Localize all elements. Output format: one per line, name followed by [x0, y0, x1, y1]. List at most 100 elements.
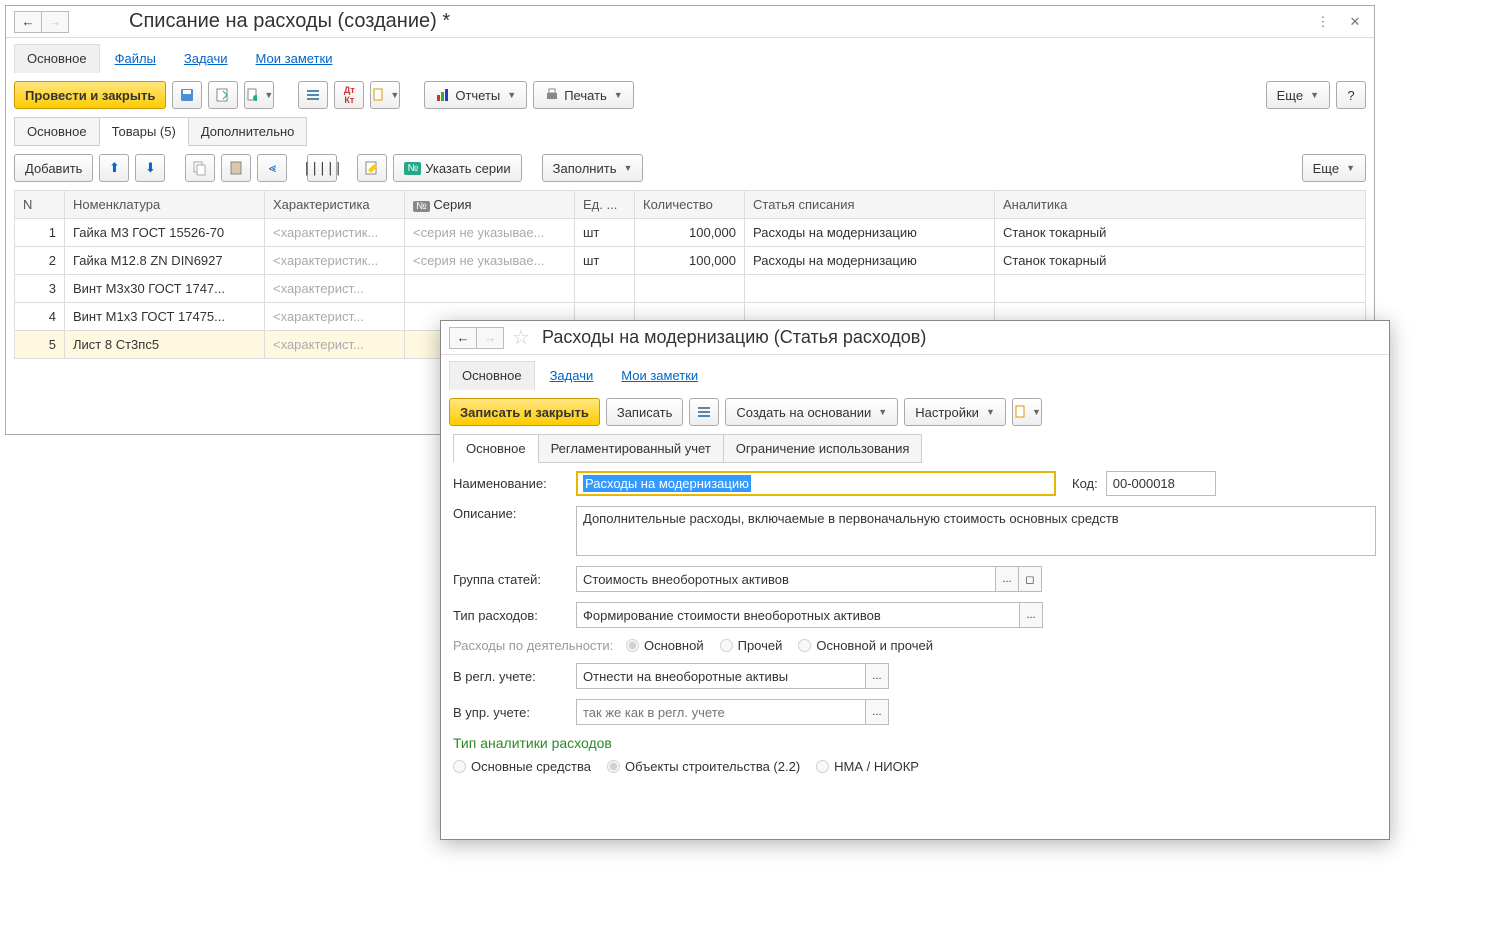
edit-icon — [364, 160, 380, 176]
add-button[interactable]: Добавить — [14, 154, 93, 182]
table-row[interactable]: 3Винт М3х30 ГОСТ 1747...<характерист... — [15, 275, 1366, 303]
save-button[interactable] — [172, 81, 202, 109]
tab-files[interactable]: Файлы — [102, 44, 169, 73]
more-button[interactable]: Еще▼ — [1266, 81, 1330, 109]
attach-button[interactable]: ▼ — [370, 81, 400, 109]
post-and-close-button[interactable]: Провести и закрыть — [14, 81, 166, 109]
modal-content-tabs: Основное Регламентированный учет Огранич… — [441, 434, 1389, 463]
list-button[interactable] — [298, 81, 328, 109]
settings-modal-button[interactable]: Настройки▼ — [904, 398, 1006, 426]
copy-button[interactable] — [185, 154, 215, 182]
tab-basic[interactable]: Основное — [14, 117, 100, 146]
desc-label: Описание: — [453, 506, 568, 521]
analytics-radio-group: Основные средства Объекты строительства … — [453, 759, 1377, 774]
col-unit[interactable]: Ед. ... — [575, 191, 635, 219]
name-input[interactable]: Расходы на модернизацию — [576, 471, 1056, 496]
forward-button[interactable]: → — [41, 11, 69, 33]
tab-notes[interactable]: Мои заметки — [243, 44, 346, 73]
reports-button[interactable]: Отчеты▼ — [424, 81, 527, 109]
help-button[interactable]: ? — [1336, 81, 1366, 109]
col-analytics[interactable]: Аналитика — [995, 191, 1366, 219]
fill-button[interactable]: Заполнить▼ — [542, 154, 644, 182]
favorite-star-icon[interactable]: ☆ — [512, 325, 530, 350]
save-and-close-button[interactable]: Записать и закрыть — [449, 398, 600, 426]
main-toolbar: Провести и закрыть ▼ ДтКт ▼ Отчеты▼ Печа… — [6, 73, 1374, 117]
table-row[interactable]: 1Гайка М3 ГОСТ 15526-70<характеристик...… — [15, 219, 1366, 247]
modal-title-bar: ← → ☆ Расходы на модернизацию (Статья ра… — [441, 321, 1389, 355]
list-icon — [696, 404, 712, 420]
col-nom[interactable]: Номенклатура — [65, 191, 265, 219]
col-n[interactable]: N — [15, 191, 65, 219]
modal-tab-main[interactable]: Основное — [449, 361, 535, 390]
window-title: Списание на расходы (создание) * — [129, 10, 1312, 33]
document-icon — [245, 87, 257, 103]
more-goods-button[interactable]: Еще▼ — [1302, 154, 1366, 182]
back-button[interactable]: ← — [14, 11, 42, 33]
mgmt-select-button[interactable]: ... — [865, 699, 889, 725]
modal-tab-notes[interactable]: Мои заметки — [608, 361, 711, 390]
attach-modal-button[interactable]: ▼ — [1012, 398, 1042, 426]
create-based-button[interactable]: ▼ — [244, 81, 274, 109]
activity-both[interactable]: Основной и прочей — [798, 638, 933, 653]
modal-ctab-limit[interactable]: Ограничение использования — [723, 434, 923, 463]
modal-ctab-regl[interactable]: Регламентированный учет — [538, 434, 724, 463]
analytics-header: Тип аналитики расходов — [453, 735, 1377, 751]
modal-title: Расходы на модернизацию (Статья расходов… — [542, 327, 1381, 348]
group-open-button[interactable]: ◻ — [1018, 566, 1042, 592]
share-button[interactable]: ⪡ — [257, 154, 287, 182]
regl-select-button[interactable]: ... — [865, 663, 889, 689]
name-label: Наименование: — [453, 476, 568, 491]
type-label: Тип расходов: — [453, 608, 568, 623]
dtdt-button[interactable]: ДтКт — [334, 81, 364, 109]
group-input[interactable] — [576, 566, 996, 592]
type-input[interactable] — [576, 602, 1020, 628]
analytics-obj[interactable]: Объекты строительства (2.2) — [607, 759, 800, 774]
regl-label: В регл. учете: — [453, 669, 568, 684]
save-modal-button[interactable]: Записать — [606, 398, 684, 426]
col-article[interactable]: Статья списания — [745, 191, 995, 219]
activity-other[interactable]: Прочей — [720, 638, 783, 653]
activity-main[interactable]: Основной — [626, 638, 704, 653]
create-based-modal-button[interactable]: Создать на основании▼ — [725, 398, 898, 426]
mgmt-input[interactable] — [576, 699, 866, 725]
tab-additional[interactable]: Дополнительно — [188, 117, 308, 146]
col-char[interactable]: Характеристика — [265, 191, 405, 219]
group-select-button[interactable]: ... — [995, 566, 1019, 592]
content-tabs: Основное Товары (5) Дополнительно — [6, 117, 1374, 146]
table-row[interactable]: 2Гайка М12.8 ZN DIN6927<характеристик...… — [15, 247, 1366, 275]
move-down-button[interactable]: ⬇ — [135, 154, 165, 182]
menu-icon[interactable]: ⋮ — [1312, 11, 1334, 33]
post-icon — [215, 87, 231, 103]
paste-button[interactable] — [221, 154, 251, 182]
modal-forward-button[interactable]: → — [476, 327, 504, 349]
series-button[interactable]: №Указать серии — [393, 154, 521, 182]
code-label: Код: — [1072, 476, 1098, 491]
edit-list-button[interactable] — [357, 154, 387, 182]
tab-main[interactable]: Основное — [14, 44, 100, 73]
modal-ctab-main[interactable]: Основное — [453, 434, 539, 463]
print-icon — [544, 87, 560, 103]
analytics-os[interactable]: Основные средства — [453, 759, 591, 774]
attach-icon — [1013, 404, 1025, 420]
print-button[interactable]: Печать▼ — [533, 81, 634, 109]
copy-icon — [192, 160, 208, 176]
code-input[interactable] — [1106, 471, 1216, 496]
modal-back-button[interactable]: ← — [449, 327, 477, 349]
barcode-button[interactable]: ||||| — [307, 154, 337, 182]
tab-goods[interactable]: Товары (5) — [99, 117, 189, 146]
analytics-nma[interactable]: НМА / НИОКР — [816, 759, 919, 774]
col-series[interactable]: № Серия — [405, 191, 575, 219]
list-modal-button[interactable] — [689, 398, 719, 426]
modal-tab-tasks[interactable]: Задачи — [537, 361, 607, 390]
col-qty[interactable]: Количество — [635, 191, 745, 219]
type-select-button[interactable]: ... — [1019, 602, 1043, 628]
post-button[interactable] — [208, 81, 238, 109]
tab-tasks[interactable]: Задачи — [171, 44, 241, 73]
move-up-button[interactable]: ⬆ — [99, 154, 129, 182]
modal-toolbar: Записать и закрыть Записать Создать на о… — [441, 390, 1389, 434]
desc-textarea[interactable]: Дополнительные расходы, включаемые в пер… — [576, 506, 1376, 556]
close-icon[interactable]: ✕ — [1344, 11, 1366, 33]
article-form: Наименование: Расходы на модернизацию Ко… — [441, 463, 1389, 782]
regl-input[interactable] — [576, 663, 866, 689]
attach-icon — [371, 87, 383, 103]
